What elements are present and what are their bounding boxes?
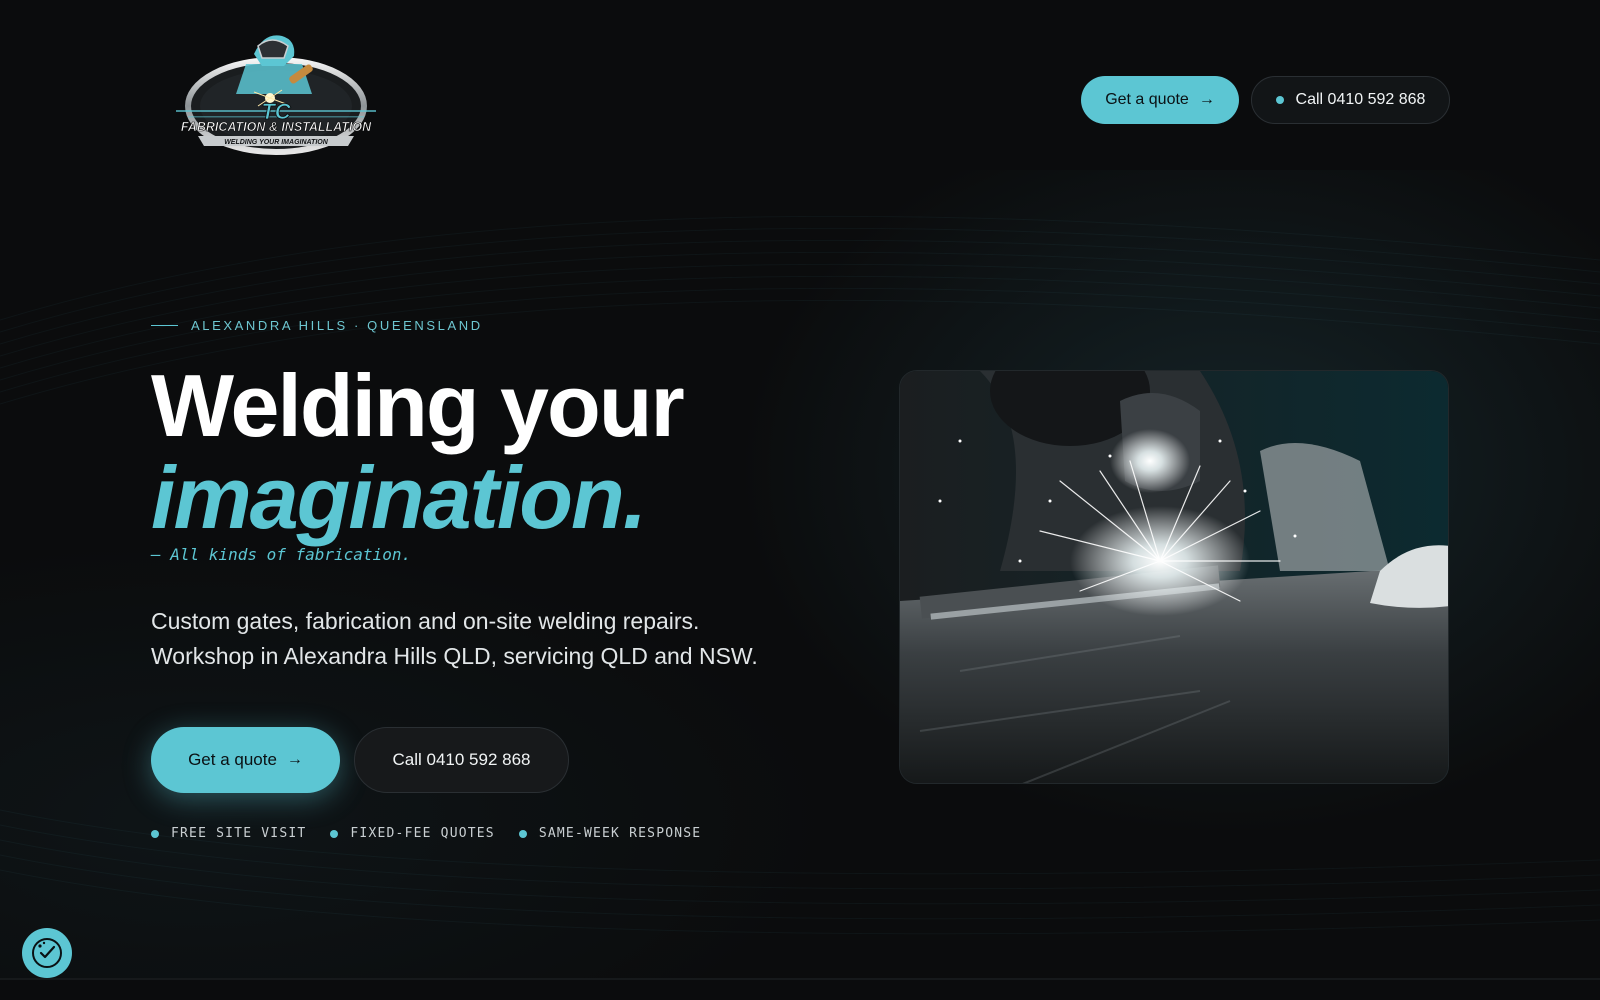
cookie-consent-button[interactable] [22, 928, 72, 978]
hero-headline: Welding your imagination. [151, 356, 685, 547]
logo-motto: WELDING YOUR IMAGINATION [224, 139, 329, 146]
kicker-location: ALEXANDRA HILLS · QUEENSLAND [191, 318, 483, 333]
arrow-right-icon: → [286, 751, 303, 768]
hero-get-quote-button[interactable]: Get a quote → [151, 727, 340, 793]
description-line-2: Workshop in Alexandra Hills QLD, servici… [151, 643, 758, 669]
header-call-label: Call 0410 592 868 [1295, 91, 1426, 108]
logo-emblem: TC FABRICATION & INSTALLATION WELDING YO… [176, 35, 376, 155]
company-logo[interactable]: TC FABRICATION & INSTALLATION WELDING YO… [158, 24, 394, 162]
header-get-quote-button[interactable]: Get a quote → [1081, 76, 1239, 124]
hero-kicker: ALEXANDRA HILLS · QUEENSLAND [151, 318, 483, 333]
badge-label: FREE SITE VISIT [171, 826, 307, 841]
headline-line-2: imagination. [151, 448, 647, 547]
header-actions: Get a quote → Call 0410 592 868 [1081, 76, 1450, 124]
badge-label: FIXED-FEE QUOTES [350, 826, 495, 841]
trust-badges: FREE SITE VISIT FIXED-FEE QUOTES SAME-WE… [151, 826, 701, 841]
arrow-right-icon: → [1198, 91, 1215, 108]
dot-icon [518, 829, 527, 838]
description-line-1: Custom gates, fabrication and on-site we… [151, 608, 700, 634]
section-divider [0, 978, 1600, 980]
hero-call-label: Call 0410 592 868 [392, 750, 531, 769]
status-dot-icon [1275, 96, 1284, 104]
dot-icon [151, 829, 159, 838]
dot-icon [330, 829, 339, 838]
cookie-consent-icon [32, 938, 62, 968]
header-call-button[interactable]: Call 0410 592 868 [1251, 76, 1450, 124]
badge-label: SAME-WEEK RESPONSE [538, 826, 702, 841]
badge-free-site-visit: FREE SITE VISIT [151, 826, 306, 841]
header-get-quote-label: Get a quote [1105, 91, 1189, 108]
logo-company-name: FABRICATION & INSTALLATION [181, 120, 372, 134]
hero-call-button[interactable]: Call 0410 592 868 [354, 727, 569, 793]
hero-tagline: — All kinds of fabrication. [151, 545, 412, 564]
headline-line-1: Welding your [151, 356, 685, 455]
kicker-rule [151, 325, 178, 326]
hero-welding-photo [899, 370, 1449, 784]
welding-illustration [900, 371, 1448, 783]
hero-actions: Get a quote → Call 0410 592 868 [151, 727, 569, 793]
badge-fixed-fee-quotes: FIXED-FEE QUOTES [330, 826, 494, 841]
hero-get-quote-label: Get a quote [188, 750, 277, 769]
badge-same-week-response: SAME-WEEK RESPONSE [518, 826, 702, 841]
hero-description: Custom gates, fabrication and on-site we… [151, 604, 758, 674]
